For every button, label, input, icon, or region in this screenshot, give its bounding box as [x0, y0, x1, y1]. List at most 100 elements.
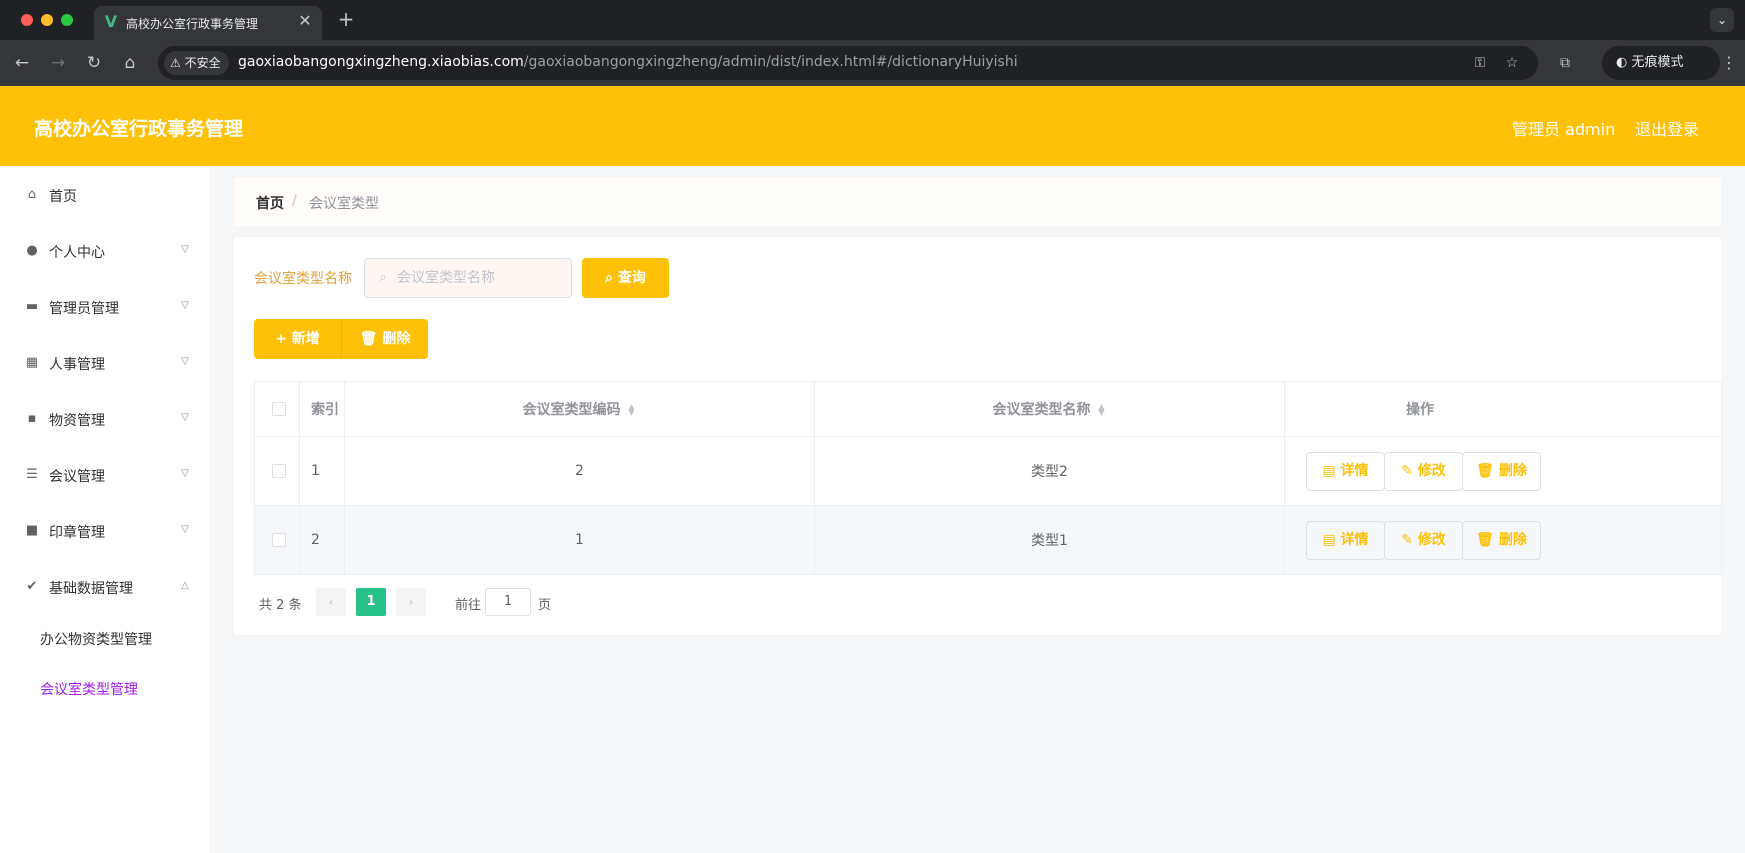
column-header: 索引	[311, 402, 339, 418]
row-name: 类型2	[1031, 464, 1068, 480]
query-button-label: 查询	[617, 270, 646, 286]
sidebar-item-hr[interactable]: ▦ 人事管理 ▽	[0, 343, 209, 383]
search-label: 会议室类型名称	[254, 271, 352, 287]
document-icon: ▤	[1322, 463, 1341, 479]
chevron-up-icon: △	[181, 580, 189, 591]
table-row: 2 1 类型1 ▤ 详情 ✎ 修改 🗑 删除	[255, 506, 1721, 575]
sidebar-item-label: 人事管理	[49, 357, 105, 373]
window-zoom-button[interactable]	[61, 14, 73, 26]
row-checkbox[interactable]	[272, 464, 286, 478]
sort-icon[interactable]: ▲ ▼	[1097, 403, 1107, 417]
sort-icon[interactable]: ▲ ▼	[627, 403, 637, 417]
sidebar-item-materials[interactable]: ▪ 物资管理 ▽	[0, 399, 209, 439]
breadcrumb-home[interactable]: 首页	[256, 193, 284, 213]
chevron-down-icon: ▽	[181, 300, 189, 311]
add-button[interactable]: + 新增	[254, 319, 341, 359]
key-icon[interactable]: ⚿	[1470, 53, 1490, 73]
sidebar-item-label: 物资管理	[49, 413, 105, 429]
sidebar-item-home[interactable]: ⌂ 首页	[0, 175, 209, 215]
query-button[interactable]: ⌕ 查询	[582, 258, 669, 298]
sidebar-item-label: 个人中心	[49, 245, 105, 261]
sidebar-item-profile[interactable]: ● 个人中心 ▽	[0, 231, 209, 271]
home-icon: ⌂	[27, 187, 37, 202]
stamp-icon: ■	[25, 523, 39, 538]
page-number-button[interactable]: 1	[356, 588, 386, 616]
pagination-goto-input[interactable]: 1	[485, 588, 531, 616]
prev-page-button[interactable]: ‹	[316, 588, 346, 616]
browser-tabbar: V 高校办公室行政事务管理 ✕ + ⌄	[0, 0, 1745, 40]
header-checkbox-cell	[255, 382, 300, 436]
window-minimize-button[interactable]	[41, 14, 53, 26]
delete-button[interactable]: 🗑 删除	[1462, 452, 1541, 491]
detail-button[interactable]: ▤ 详情	[1306, 521, 1385, 560]
trash-icon: 🗑	[359, 331, 383, 347]
chevron-down-icon: ▽	[181, 356, 189, 367]
logout-link[interactable]: 退出登录	[1635, 116, 1699, 140]
sidebar-subitem-room-types[interactable]: 会议室类型管理	[0, 668, 209, 708]
new-tab-button[interactable]: +	[336, 8, 356, 30]
sidebar-subitem-label: 会议室类型管理	[40, 682, 138, 698]
delete-button[interactable]: 🗑 删除	[1462, 521, 1541, 560]
sidebar-subitem-material-types[interactable]: 办公物资类型管理	[0, 618, 209, 658]
incognito-icon: ◐	[1616, 55, 1632, 70]
header-code-cell[interactable]: 会议室类型编码 ▲ ▼	[345, 382, 815, 436]
column-header: 会议室类型名称 ▲ ▼	[815, 399, 1284, 419]
edit-button[interactable]: ✎ 修改	[1384, 452, 1463, 491]
list-icon: ☰	[26, 467, 38, 482]
address-bar[interactable]: ⚠ 不安全 gaoxiaobangongxingzheng.xiaobias.c…	[158, 46, 1538, 80]
header-actions-cell: 操作	[1285, 382, 1555, 436]
window-close-button[interactable]	[21, 14, 33, 26]
trash-icon: 🗑	[1476, 463, 1499, 479]
edit-button-label: 修改	[1417, 532, 1446, 548]
edit-icon: ✎	[1401, 463, 1418, 479]
url-text[interactable]: gaoxiaobangongxingzheng.xiaobias.com/gao…	[238, 54, 1018, 70]
star-icon[interactable]: ☆	[1502, 53, 1522, 73]
forward-icon[interactable]: →	[46, 51, 70, 75]
sidebar-item-label: 印章管理	[49, 525, 105, 541]
pagination-goto-label: 前往	[455, 598, 482, 613]
sidebar-item-base-data[interactable]: ✔ 基础数据管理 △	[0, 567, 209, 607]
checkbox-cell	[255, 506, 300, 574]
sidebar-item-seals[interactable]: ■ 印章管理 ▽	[0, 511, 209, 551]
security-indicator[interactable]: ⚠ 不安全	[164, 51, 229, 75]
column-header: 操作	[1406, 402, 1434, 418]
kebab-icon[interactable]: ⋮	[1718, 52, 1740, 74]
url-host: gaoxiaobangongxingzheng.xiaobias.com	[238, 54, 524, 70]
name-cell: 类型2	[815, 437, 1285, 505]
back-icon[interactable]: ←	[10, 51, 34, 75]
extension-icon[interactable]: ⧉	[1554, 52, 1576, 74]
sidebar-item-meetings[interactable]: ☰ 会议管理 ▽	[0, 455, 209, 495]
column-header: 会议室类型编码 ▲ ▼	[345, 399, 814, 419]
row-checkbox[interactable]	[272, 533, 286, 547]
pagination-total: 共 2 条	[259, 598, 302, 613]
document-icon: ▤	[1322, 532, 1341, 548]
search-field[interactable]: ⌕	[364, 258, 572, 298]
search-input[interactable]	[397, 259, 567, 297]
tab-search-button[interactable]: ⌄	[1710, 8, 1734, 32]
tab-close-icon[interactable]: ✕	[296, 12, 314, 30]
code-cell: 2	[345, 437, 815, 505]
select-all-checkbox[interactable]	[272, 402, 286, 416]
browser-tab[interactable]: V 高校办公室行政事务管理 ✕	[94, 6, 322, 40]
row-index: 1	[311, 463, 320, 479]
plus-icon: +	[275, 331, 292, 347]
next-page-button[interactable]: ›	[396, 588, 426, 616]
sidebar-item-label: 基础数据管理	[49, 581, 133, 597]
index-cell: 2	[300, 506, 345, 574]
row-code: 1	[575, 532, 584, 548]
edit-button[interactable]: ✎ 修改	[1384, 521, 1463, 560]
incognito-label: 无痕模式	[1631, 55, 1684, 70]
edit-icon: ✎	[1401, 532, 1418, 548]
reload-icon[interactable]: ↻	[82, 51, 106, 75]
batch-delete-button[interactable]: 🗑 删除	[341, 319, 428, 359]
app-header: 高校办公室行政事务管理 管理员 admin 退出登录	[0, 86, 1745, 166]
batch-delete-label: 删除	[382, 331, 411, 347]
breadcrumb-current: 会议室类型	[309, 196, 379, 212]
home-icon[interactable]: ⌂	[118, 51, 142, 75]
sidebar-item-admins[interactable]: ▬ 管理员管理 ▽	[0, 287, 209, 327]
header-name-cell[interactable]: 会议室类型名称 ▲ ▼	[815, 382, 1285, 436]
table-row: 1 2 类型2 ▤ 详情 ✎ 修改 🗑 删除	[255, 437, 1721, 506]
incognito-indicator[interactable]: ◐ 无痕模式	[1602, 46, 1720, 80]
detail-button[interactable]: ▤ 详情	[1306, 452, 1385, 491]
add-button-label: 新增	[291, 331, 320, 347]
